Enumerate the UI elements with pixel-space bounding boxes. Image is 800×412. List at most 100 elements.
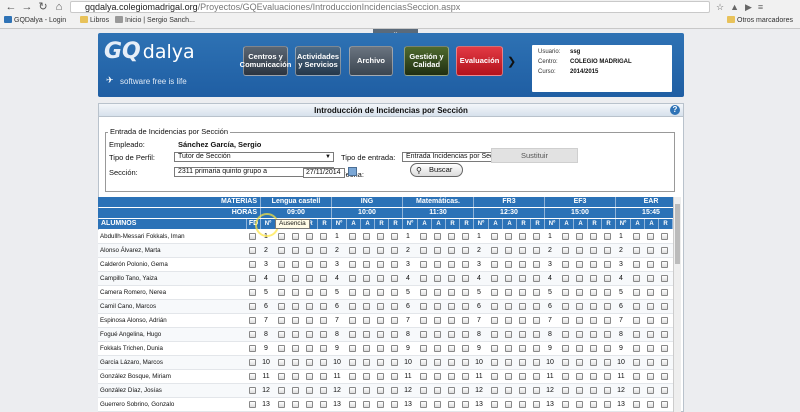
incidence-checkbox[interactable]: [278, 289, 285, 296]
incidence-checkbox[interactable]: [505, 247, 512, 254]
incidence-checkbox[interactable]: [306, 247, 313, 254]
incidence-checkbox[interactable]: [420, 247, 427, 254]
bookmark-inicio[interactable]: Inicio | Sergio Sanch...: [115, 15, 195, 27]
incidence-checkbox[interactable]: [448, 387, 455, 394]
incidence-checkbox[interactable]: [320, 303, 327, 310]
incidence-checkbox[interactable]: [590, 317, 597, 324]
incidence-checkbox[interactable]: [292, 247, 299, 254]
incidence-checkbox[interactable]: [562, 261, 569, 268]
incidence-checkbox[interactable]: [590, 233, 597, 240]
incidence-checkbox[interactable]: [420, 387, 427, 394]
incidence-checkbox[interactable]: [590, 401, 597, 408]
incidence-checkbox[interactable]: [590, 275, 597, 282]
incidence-checkbox[interactable]: [562, 373, 569, 380]
incidence-checkbox[interactable]: [349, 401, 356, 408]
incidence-checkbox[interactable]: [533, 303, 540, 310]
incidence-checkbox[interactable]: [420, 275, 427, 282]
module-gestion-button[interactable]: Gestión y Calidad: [404, 46, 449, 76]
incidence-checkbox[interactable]: [505, 401, 512, 408]
bookmark-gqdalya[interactable]: GQDalya - Login: [4, 15, 66, 27]
incidence-checkbox[interactable]: [462, 345, 469, 352]
incidence-checkbox[interactable]: [576, 233, 583, 240]
incidence-checkbox[interactable]: [349, 359, 356, 366]
grid-scrollbar[interactable]: [673, 197, 681, 412]
incidence-checkbox[interactable]: [349, 247, 356, 254]
incidence-checkbox[interactable]: [377, 317, 384, 324]
incidence-checkbox[interactable]: [661, 261, 668, 268]
incidence-checkbox[interactable]: [647, 317, 654, 324]
incidence-checkbox[interactable]: [661, 317, 668, 324]
help-icon[interactable]: ?: [670, 105, 680, 115]
module-actividades-button[interactable]: Actividades y Servicios: [295, 46, 341, 76]
incidence-checkbox[interactable]: [306, 373, 313, 380]
incidence-checkbox[interactable]: [320, 233, 327, 240]
fd-checkbox[interactable]: [249, 373, 256, 380]
incidence-checkbox[interactable]: [647, 387, 654, 394]
incidence-checkbox[interactable]: [292, 261, 299, 268]
fd-checkbox[interactable]: [249, 247, 256, 254]
incidence-checkbox[interactable]: [420, 331, 427, 338]
incidence-checkbox[interactable]: [562, 275, 569, 282]
incidence-checkbox[interactable]: [491, 247, 498, 254]
incidence-checkbox[interactable]: [377, 401, 384, 408]
incidence-checkbox[interactable]: [647, 247, 654, 254]
incidence-checkbox[interactable]: [448, 373, 455, 380]
incidence-checkbox[interactable]: [661, 289, 668, 296]
incidence-checkbox[interactable]: [363, 401, 370, 408]
incidence-checkbox[interactable]: [519, 233, 526, 240]
incidence-checkbox[interactable]: [391, 275, 398, 282]
incidence-checkbox[interactable]: [462, 233, 469, 240]
incidence-checkbox[interactable]: [576, 331, 583, 338]
incidence-checkbox[interactable]: [661, 275, 668, 282]
fd-checkbox[interactable]: [249, 345, 256, 352]
incidence-checkbox[interactable]: [462, 247, 469, 254]
incidence-checkbox[interactable]: [363, 261, 370, 268]
incidence-checkbox[interactable]: [590, 289, 597, 296]
incidence-checkbox[interactable]: [448, 247, 455, 254]
incidence-checkbox[interactable]: [519, 401, 526, 408]
incidence-checkbox[interactable]: [278, 275, 285, 282]
incidence-checkbox[interactable]: [562, 387, 569, 394]
incidence-checkbox[interactable]: [519, 289, 526, 296]
fd-checkbox[interactable]: [249, 317, 256, 324]
buscar-button[interactable]: ⚲ Buscar: [410, 163, 463, 177]
incidence-checkbox[interactable]: [604, 387, 611, 394]
incidence-checkbox[interactable]: [491, 233, 498, 240]
incidence-checkbox[interactable]: [278, 303, 285, 310]
incidence-checkbox[interactable]: [590, 373, 597, 380]
incidence-checkbox[interactable]: [292, 233, 299, 240]
incidence-checkbox[interactable]: [533, 331, 540, 338]
incidence-checkbox[interactable]: [448, 233, 455, 240]
incidence-checkbox[interactable]: [604, 233, 611, 240]
incidence-checkbox[interactable]: [590, 261, 597, 268]
incidence-checkbox[interactable]: [448, 317, 455, 324]
incidence-checkbox[interactable]: [562, 233, 569, 240]
reload-icon[interactable]: ↻: [36, 1, 50, 13]
incidence-checkbox[interactable]: [391, 261, 398, 268]
incidence-checkbox[interactable]: [377, 373, 384, 380]
incidence-checkbox[interactable]: [576, 317, 583, 324]
incidence-checkbox[interactable]: [462, 401, 469, 408]
incidence-checkbox[interactable]: [661, 303, 668, 310]
incidence-checkbox[interactable]: [349, 387, 356, 394]
incidence-checkbox[interactable]: [661, 331, 668, 338]
incidence-checkbox[interactable]: [505, 359, 512, 366]
incidence-checkbox[interactable]: [434, 373, 441, 380]
incidence-checkbox[interactable]: [576, 275, 583, 282]
incidence-checkbox[interactable]: [647, 261, 654, 268]
incidence-checkbox[interactable]: [377, 387, 384, 394]
incidence-checkbox[interactable]: [278, 373, 285, 380]
incidence-checkbox[interactable]: [604, 275, 611, 282]
incidence-checkbox[interactable]: [306, 331, 313, 338]
incidence-checkbox[interactable]: [519, 373, 526, 380]
incidence-checkbox[interactable]: [505, 331, 512, 338]
incidence-checkbox[interactable]: [306, 261, 313, 268]
incidence-checkbox[interactable]: [533, 289, 540, 296]
incidence-checkbox[interactable]: [505, 303, 512, 310]
incidence-checkbox[interactable]: [306, 317, 313, 324]
other-bookmarks[interactable]: Otros marcadores: [727, 15, 793, 27]
incidence-checkbox[interactable]: [604, 401, 611, 408]
incidence-checkbox[interactable]: [320, 359, 327, 366]
incidence-checkbox[interactable]: [604, 373, 611, 380]
incidence-checkbox[interactable]: [349, 289, 356, 296]
